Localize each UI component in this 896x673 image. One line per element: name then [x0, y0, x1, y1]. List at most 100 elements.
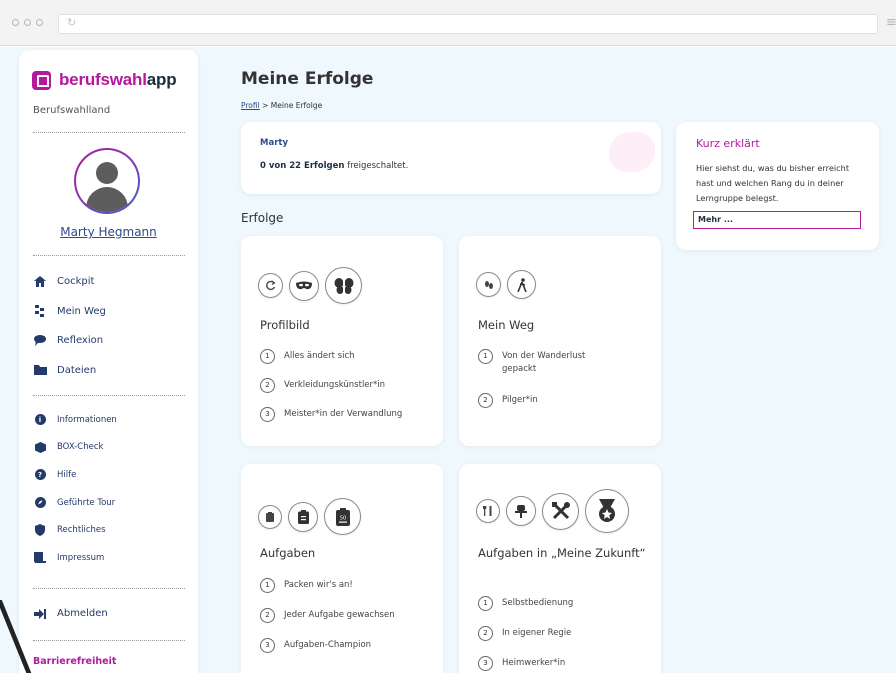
more-button[interactable]: Mehr ...: [693, 211, 861, 229]
nav-label: BOX-Check: [57, 442, 104, 453]
primary-nav: Cockpit Mein Weg Reflexion Dateien: [33, 267, 193, 385]
achievement-card-profilbild[interactable]: Profilbild 1 Alles ändert sich 2 Verkleidu…: [241, 236, 443, 446]
tools-icon: [542, 492, 579, 530]
achievement-step: 3 Heimwerker*in: [478, 656, 648, 671]
achievement-step: 2 Jeder Aufgabe gewachsen: [260, 608, 430, 623]
step-number: 2: [260, 608, 275, 623]
footprint-icon: [476, 272, 501, 297]
sidebar: berufswahlapp Berufswahlland Marty Hegma…: [19, 50, 198, 673]
nav-item-box-check[interactable]: BOX-Check: [33, 434, 193, 462]
butterfly-icon: [325, 267, 362, 304]
step-number: 1: [478, 596, 493, 611]
achievement-card-meine-zukunft[interactable]: Aufgaben in „Meine Zukunft“ 1 Selbstbedie…: [459, 464, 661, 673]
nav-label: Rechtliches: [57, 525, 106, 536]
nav-label: Informationen: [57, 414, 117, 425]
step-text: Selbstbedienung: [502, 598, 574, 608]
nav-item-hilfe[interactable]: ? Hilfe: [33, 461, 193, 489]
achievement-card-aufgaben[interactable]: 50 Aufgaben 1 Packen wir's an! 2 Jeder Auf…: [241, 464, 443, 673]
user-first-name: Marty: [260, 138, 288, 148]
logo-app: app: [146, 70, 177, 89]
land-subtitle: Berufswahlland: [33, 105, 111, 116]
nav-item-dateien[interactable]: Dateien: [33, 356, 193, 386]
user-placeholder-icon: [76, 150, 138, 212]
step-number: 3: [260, 407, 275, 422]
achievement-steps: 1 Packen wir's an! 2 Jeder Aufgabe gewachs…: [260, 578, 430, 653]
step-number: 2: [260, 378, 275, 393]
breadcrumb-separator: >: [259, 101, 271, 110]
logout-button[interactable]: Abmelden: [33, 599, 193, 629]
info-card: Kurz erklärt Hier siehst du, was du bish…: [676, 122, 879, 250]
badge-row: 50: [258, 498, 361, 535]
step-text: Meister*in der Verwandlung: [284, 409, 403, 419]
window-controls: [12, 19, 43, 26]
achievement-count: 0 von 22 Erfolgen freigeschaltet.: [260, 161, 408, 171]
badge-row: [258, 267, 362, 304]
achievement-step: 1 Selbstbedienung: [478, 596, 648, 611]
logout-icon: [33, 608, 47, 619]
achievement-step: 1 Von der Wanderlust gepackt: [478, 349, 648, 376]
step-number: 1: [260, 349, 275, 364]
badge-row: [476, 270, 536, 299]
refresh-icon: [258, 273, 283, 298]
nav-label: Cockpit: [57, 276, 95, 288]
reload-icon[interactable]: ↻: [67, 16, 76, 29]
user-name-link[interactable]: Marty Hegmann: [19, 225, 198, 239]
step-number: 3: [260, 638, 275, 653]
address-bar[interactable]: ↻: [58, 14, 878, 34]
achievement-title: Aufgaben in „Meine Zukunft“: [478, 546, 646, 560]
step-text: Pilger*in: [502, 395, 538, 405]
nav-item-rechtliches[interactable]: Rechtliches: [33, 516, 193, 544]
step-text: Von der Wanderlust gepackt: [502, 351, 586, 374]
path-icon: [33, 305, 47, 318]
nav-item-informationen[interactable]: i Informationen: [33, 406, 193, 434]
achievement-step: 2 Pilger*in: [478, 393, 648, 408]
nav-label: Hilfe: [57, 469, 77, 480]
browser-chrome: ↻ ≡: [0, 0, 896, 46]
chair-icon: [506, 496, 536, 526]
nav-item-reflexion[interactable]: Reflexion: [33, 326, 193, 356]
achievement-count-bold: 0 von 22 Erfolgen: [260, 161, 345, 171]
step-number: 1: [478, 349, 493, 364]
clipboard-icon: [258, 504, 282, 529]
info-title: Kurz erklärt: [696, 137, 760, 150]
compass-icon: [33, 497, 47, 509]
nav-item-mein-weg[interactable]: Mein Weg: [33, 297, 193, 327]
app-logo[interactable]: berufswahlapp: [32, 70, 177, 90]
achievement-card-mein-weg[interactable]: Mein Weg 1 Von der Wanderlust gepackt 2 Pi…: [459, 236, 661, 446]
breadcrumb-link-profil[interactable]: Profil: [241, 101, 260, 110]
divider: [33, 132, 185, 133]
minimize-dot[interactable]: [24, 19, 31, 26]
achievement-steps: 1 Alles ändert sich 2 Verkleidungskünstler…: [260, 349, 430, 422]
browser-menu-icon[interactable]: ≡: [886, 15, 896, 30]
achievement-step: 2 In eigener Regie: [478, 626, 648, 641]
accessibility-link[interactable]: Barrierefreiheit: [33, 656, 116, 667]
divider: [33, 640, 185, 641]
nav-label: Dateien: [57, 364, 97, 376]
clipboard-50-icon: 50: [324, 498, 361, 535]
secondary-nav: i Informationen BOX-Check ? Hilfe Geführ…: [33, 406, 193, 572]
nav-item-gefuehrte-tour[interactable]: Geführte Tour: [33, 489, 193, 517]
logout-nav: Abmelden: [33, 599, 193, 629]
home-icon: [33, 276, 47, 288]
nav-label: Mein Weg: [57, 305, 106, 317]
achievement-title: Profilbild: [260, 318, 310, 332]
step-text: Aufgaben-Champion: [284, 640, 372, 650]
book-icon: [33, 552, 47, 564]
nav-label: Geführte Tour: [57, 497, 116, 508]
mask-icon: [289, 270, 319, 301]
achievement-step: 1 Alles ändert sich: [260, 349, 430, 364]
achievement-steps: 1 Von der Wanderlust gepackt 2 Pilger*in: [478, 349, 648, 408]
info-icon: i: [33, 414, 47, 426]
zoom-dot[interactable]: [36, 19, 43, 26]
nav-item-impressum[interactable]: Impressum: [33, 544, 193, 572]
section-title: Erfolge: [241, 211, 284, 225]
step-text: Alles ändert sich: [284, 351, 355, 361]
avatar[interactable]: [74, 148, 140, 214]
close-dot[interactable]: [12, 19, 19, 26]
achievement-step: 3 Aufgaben-Champion: [260, 638, 430, 653]
decoration-shape: [609, 132, 655, 172]
nav-item-cockpit[interactable]: Cockpit: [33, 267, 193, 297]
badge-row: [476, 489, 629, 533]
nav-label: Impressum: [57, 552, 105, 563]
logo-brand: berufswahl: [59, 70, 147, 89]
